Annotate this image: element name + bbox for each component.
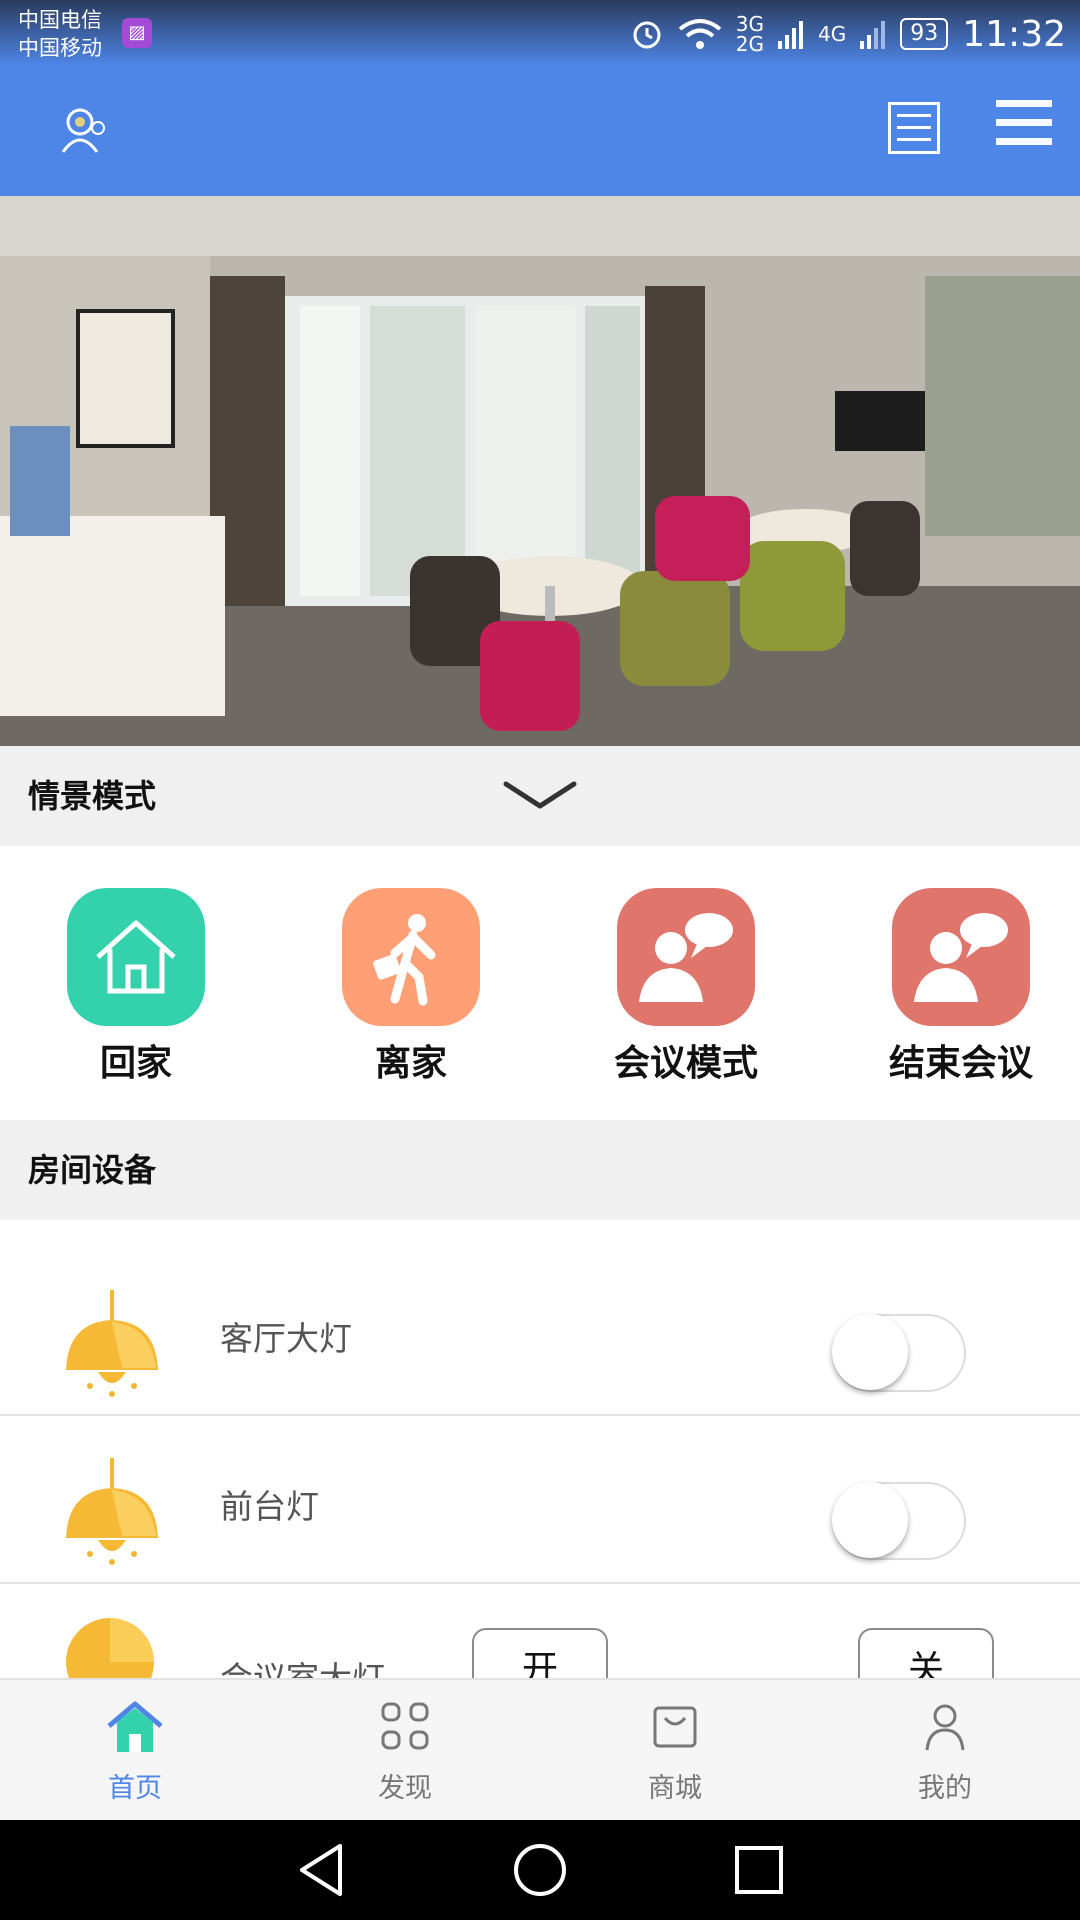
lamp-icon <box>66 1290 158 1397</box>
scene-section-header[interactable]: 情景模式 <box>0 746 1080 846</box>
meeting-icon <box>617 888 755 1026</box>
home-nav-icon[interactable] <box>512 1842 568 1898</box>
menu-icon[interactable] <box>996 100 1052 157</box>
alarm-icon <box>633 21 661 49</box>
signal-icon-2 <box>860 21 886 49</box>
camera-scene-image <box>0 196 1080 746</box>
tab-shop[interactable]: 商城 <box>540 1680 810 1822</box>
recents-icon[interactable] <box>734 1842 784 1898</box>
walking-out-icon <box>342 888 480 1026</box>
status-icons: 3G 2G 4G 93 11:32 <box>630 8 1066 60</box>
network-4g: 4G <box>818 22 847 46</box>
device-row: 会议室大灯 开 关 <box>0 1584 1080 1678</box>
user-camera-icon[interactable] <box>60 106 110 156</box>
signal-icon <box>778 21 804 49</box>
meeting-end-icon <box>892 888 1030 1026</box>
gallery-notification-icon: ▨ <box>122 18 152 48</box>
chevron-down-icon[interactable] <box>502 776 578 816</box>
scene-section-title: 情景模式 <box>28 777 157 815</box>
device-row: 客厅大灯 <box>0 1248 1080 1416</box>
device-toggle[interactable] <box>832 1482 966 1560</box>
scene-label: 会议模式 <box>613 1043 758 1084</box>
scene-meeting[interactable]: 会议模式 <box>596 888 776 1086</box>
wifi-icon <box>678 19 722 49</box>
tab-discover[interactable]: 发现 <box>270 1680 540 1822</box>
back-icon[interactable] <box>296 1842 346 1898</box>
scene-label: 回家 <box>99 1043 172 1084</box>
ceiling-light-icon <box>66 1618 154 1678</box>
device-toggle[interactable] <box>832 1314 966 1392</box>
system-nav-bar <box>0 1820 1080 1920</box>
on-button[interactable]: 开 <box>472 1628 608 1678</box>
battery-indicator: 93 <box>900 18 949 50</box>
scene-end-meeting[interactable]: 结束会议 <box>871 888 1051 1086</box>
status-bar: 中国电信 中国移动 ▨ 3G 2G 4G 93 11:32 <box>0 0 1080 66</box>
profile-icon <box>925 1704 965 1751</box>
device-row: 前台灯 <box>0 1416 1080 1584</box>
device-section-title: 房间设备 <box>28 1151 157 1189</box>
tab-home[interactable]: 首页 <box>0 1680 270 1822</box>
shop-bag-icon <box>653 1706 697 1748</box>
scene-grid: 回家 离家 会议模式 结束会议 <box>0 846 1080 1120</box>
device-name: 客厅大灯 <box>220 1319 352 1358</box>
app-header: 中国电信 中国移动 ▨ 3G 2G 4G 93 11:32 <box>0 0 1080 196</box>
home-icon <box>67 888 205 1026</box>
device-name: 会议室大灯 <box>220 1652 385 1678</box>
scene-home[interactable]: 回家 <box>46 888 226 1086</box>
tab-label: 商城 <box>648 1773 702 1804</box>
list-icon[interactable] <box>888 102 940 154</box>
bottom-tab-bar: 首页 发现 商城 我的 <box>0 1678 1080 1822</box>
lamp-icon <box>66 1458 158 1565</box>
carrier-2: 中国移动 <box>18 36 102 60</box>
scene-label: 结束会议 <box>888 1043 1033 1084</box>
dual-network-indicator: 3G 2G <box>736 14 764 54</box>
clock: 11:32 <box>962 13 1066 55</box>
network-2g: 2G <box>735 32 765 56</box>
discover-icon <box>381 1702 429 1750</box>
home-tab-icon <box>107 1701 163 1752</box>
tab-label: 我的 <box>918 1773 972 1804</box>
camera-live-view[interactable] <box>0 196 1080 746</box>
tab-label: 发现 <box>378 1773 432 1804</box>
carrier-info: 中国电信 中国移动 <box>18 6 102 62</box>
tab-label: 首页 <box>108 1773 162 1804</box>
carrier-1: 中国电信 <box>18 8 102 32</box>
device-name: 前台灯 <box>220 1487 319 1526</box>
network-3g: 3G <box>735 12 765 36</box>
tab-profile[interactable]: 我的 <box>810 1680 1080 1822</box>
device-section-header: 房间设备 <box>0 1120 1080 1220</box>
scene-away[interactable]: 离家 <box>321 888 501 1086</box>
off-button[interactable]: 关 <box>858 1628 994 1678</box>
scene-label: 离家 <box>374 1043 447 1084</box>
